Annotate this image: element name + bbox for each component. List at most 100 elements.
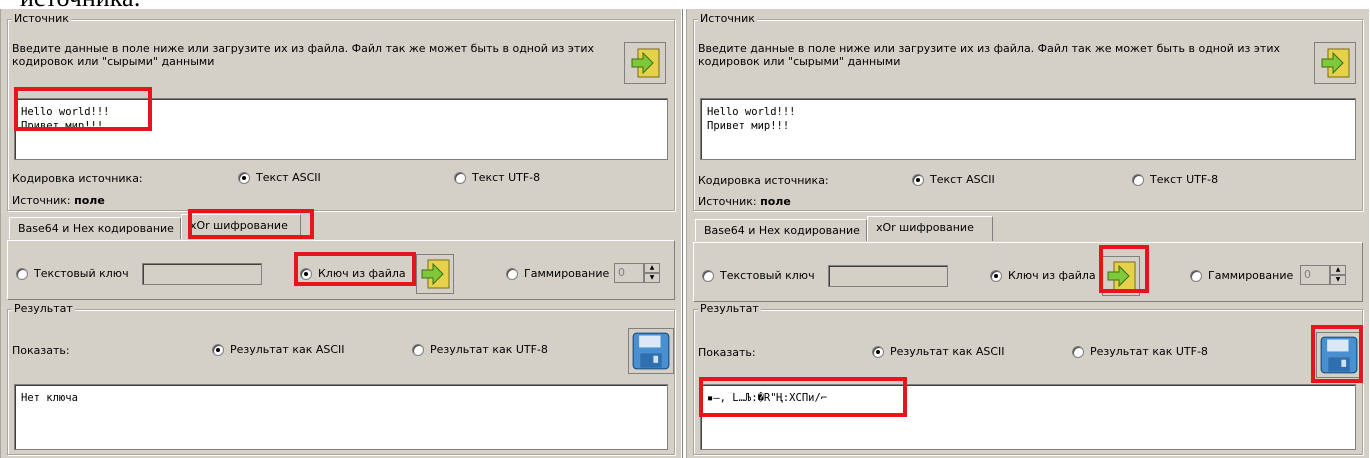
result-group: Результат Показать: Результат как ASCII …: [693, 302, 1363, 455]
encoding-utf8-radio[interactable]: Текст UTF-8: [454, 171, 540, 184]
result-ascii-radio[interactable]: Результат как ASCII: [872, 345, 1005, 358]
source-line-2: Привет мир!!!: [707, 120, 790, 132]
tab-base64[interactable]: Base64 и Hex кодирование: [695, 219, 867, 241]
encoding-label: Кодировка источника:: [698, 174, 829, 187]
encoding-ascii-label: Текст ASCII: [256, 171, 321, 184]
file-key-label: Ключ из файла: [1008, 269, 1096, 282]
radio-dot-icon: [454, 171, 466, 184]
load-key-button[interactable]: [1102, 256, 1140, 296]
encoding-label: Кодировка источника:: [12, 172, 143, 185]
result-utf8-radio[interactable]: Результат как UTF-8: [1072, 345, 1208, 358]
radio-dot-icon: [1190, 269, 1202, 282]
file-key-radio[interactable]: Ключ из файла: [990, 269, 1096, 282]
result-ascii-label: Результат как ASCII: [890, 345, 1005, 358]
gamma-label: Гаммирование: [524, 267, 610, 280]
text-key-radio[interactable]: Текстовый ключ: [16, 267, 129, 280]
text-key-input[interactable]: [828, 265, 948, 287]
source-line-1: Hello world!!!: [21, 106, 110, 118]
encoding-utf8-label: Текст UTF-8: [1150, 173, 1219, 186]
radio-dot-icon: [300, 267, 312, 280]
result-utf8-label: Результат как UTF-8: [1090, 345, 1208, 358]
result-ascii-radio[interactable]: Результат как ASCII: [212, 343, 345, 356]
gamma-spinner[interactable]: 0 ▲ ▼: [614, 263, 660, 283]
result-utf8-label: Результат как UTF-8: [430, 343, 548, 356]
gamma-value: 0: [1300, 265, 1330, 285]
radio-dot-icon: [990, 269, 1002, 282]
source-textarea[interactable]: Hello world!!! Привет мир!!!: [14, 98, 668, 160]
radio-dot-icon: [912, 173, 924, 186]
result-textarea[interactable]: Нет ключа: [14, 384, 668, 450]
show-label: Показать:: [12, 344, 70, 357]
encoding-utf8-label: Текст UTF-8: [472, 171, 541, 184]
text-key-label: Текстовый ключ: [34, 267, 129, 280]
xor-tab-panel: Текстовый ключ Ключ из файла Гаммировани…: [7, 240, 675, 300]
spin-up-icon[interactable]: ▲: [1330, 265, 1346, 275]
text-key-input[interactable]: [142, 263, 262, 285]
arrow-in-icon: [631, 48, 660, 78]
result-group: Результат Показать: Результат как ASCII …: [7, 302, 675, 455]
source-description: Введите данные в поле ниже или загрузите…: [12, 42, 594, 68]
tab-xor[interactable]: xOr шифрование: [181, 214, 301, 239]
radio-dot-icon: [872, 345, 884, 358]
encoding-utf8-radio[interactable]: Текст UTF-8: [1132, 173, 1218, 186]
source-origin-label: Источник:: [12, 194, 71, 207]
load-source-button[interactable]: [624, 42, 666, 84]
source-line-2: Привет мир!!!: [21, 120, 104, 132]
source-textarea[interactable]: Hello world!!! Привет мир!!!: [700, 98, 1356, 160]
source-origin: Источник: поле: [698, 195, 791, 208]
spin-down-icon[interactable]: ▼: [644, 273, 660, 283]
source-group-title: Источник: [12, 12, 71, 26]
save-result-button[interactable]: [628, 328, 674, 374]
source-origin: Источник: поле: [12, 194, 105, 207]
radio-dot-icon: [412, 343, 424, 356]
load-key-button[interactable]: [416, 254, 454, 294]
radio-dot-icon: [1132, 173, 1144, 186]
radio-dot-icon: [702, 269, 714, 282]
left-window: Источник Введите данные в поле ниже или …: [0, 9, 682, 458]
text-key-label: Текстовый ключ: [720, 269, 815, 282]
radio-dot-icon: [506, 267, 518, 280]
source-origin-value: поле: [74, 194, 105, 207]
show-label: Показать:: [698, 346, 756, 359]
source-line-1: Hello world!!!: [707, 106, 796, 118]
gamma-label: Гаммирование: [1208, 269, 1294, 282]
result-textarea[interactable]: ▪—‚ L…Љ:�R"Ң:XСПи/⌐: [700, 384, 1356, 450]
source-group: Источник Введите данные в поле ниже или …: [7, 12, 675, 211]
arrow-in-icon: [1321, 48, 1350, 78]
file-key-label: Ключ из файла: [318, 267, 406, 280]
encoding-ascii-radio[interactable]: Текст ASCII: [912, 173, 995, 186]
result-output: ▪—‚ L…Љ:�R"Ң:XСПи/⌐: [707, 392, 828, 404]
result-utf8-radio[interactable]: Результат как UTF-8: [412, 343, 548, 356]
arrow-in-icon: [421, 259, 450, 289]
encoding-ascii-radio[interactable]: Текст ASCII: [238, 171, 321, 184]
xor-tab-panel: Текстовый ключ Ключ из файла Гаммировани…: [693, 242, 1363, 302]
gamma-radio[interactable]: Гаммирование: [506, 267, 609, 280]
floppy-disk-icon: [1320, 336, 1358, 374]
source-origin-value: поле: [760, 195, 791, 208]
tab-xor[interactable]: xOr шифрование: [867, 216, 993, 241]
result-output: Нет ключа: [21, 392, 78, 404]
source-group-title: Источник: [698, 12, 757, 26]
text-key-radio[interactable]: Текстовый ключ: [702, 269, 815, 282]
radio-dot-icon: [238, 171, 250, 184]
right-window: Источник Введите данные в поле ниже или …: [686, 9, 1370, 458]
spin-up-icon[interactable]: ▲: [644, 263, 660, 273]
gamma-spinner[interactable]: 0 ▲ ▼: [1300, 265, 1346, 285]
radio-dot-icon: [16, 267, 28, 280]
radio-dot-icon: [212, 343, 224, 356]
result-group-title: Результат: [12, 302, 75, 316]
tab-base64[interactable]: Base64 и Hex кодирование: [9, 217, 181, 239]
load-source-button[interactable]: [1314, 42, 1356, 84]
gamma-radio[interactable]: Гаммирование: [1190, 269, 1293, 282]
source-group: Источник Введите данные в поле ниже или …: [693, 12, 1363, 211]
arrow-in-icon: [1107, 261, 1136, 291]
radio-dot-icon: [1072, 345, 1084, 358]
floppy-disk-icon: [632, 332, 670, 370]
result-group-title: Результат: [698, 302, 761, 316]
source-description: Введите данные в поле ниже или загрузите…: [698, 42, 1280, 68]
save-result-button[interactable]: [1316, 332, 1362, 378]
result-ascii-label: Результат как ASCII: [230, 343, 345, 356]
encoding-ascii-label: Текст ASCII: [930, 173, 995, 186]
spin-down-icon[interactable]: ▼: [1330, 275, 1346, 285]
file-key-radio[interactable]: Ключ из файла: [300, 267, 406, 280]
